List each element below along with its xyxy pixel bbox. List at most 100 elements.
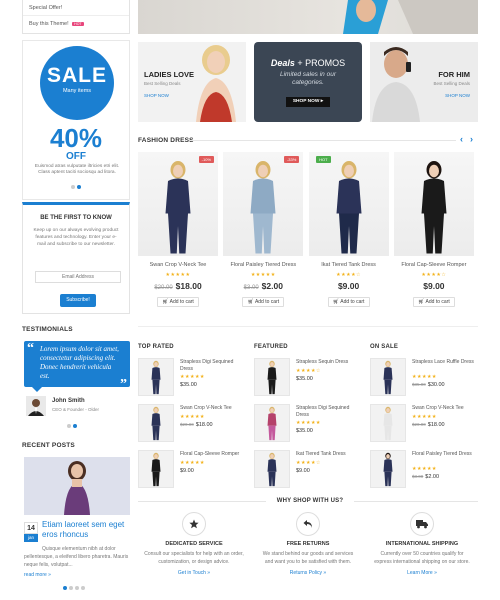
read-more-link[interactable]: read more » [24, 572, 51, 578]
return-icon [296, 512, 320, 536]
list-item-price: $35.00 [296, 428, 313, 434]
product-card[interactable]: -33% Floral Paisley Tiered Dress ★★★★★ $… [223, 152, 304, 312]
promo-ladies-link[interactable]: SHOP NOW [144, 93, 169, 98]
list-item-thumb[interactable] [138, 404, 174, 442]
email-field[interactable] [35, 271, 121, 283]
price: $35.00 [296, 428, 313, 434]
product-image[interactable] [308, 152, 389, 256]
list-item-name[interactable]: Strapless Digi Sequined Dress [296, 405, 362, 419]
list-item-thumb[interactable] [370, 450, 406, 488]
post-title[interactable]: Etiam laoreet sem eget eros rhoncus [42, 520, 132, 540]
testimonial-pager[interactable] [66, 424, 78, 430]
list-item[interactable]: Floral Paisley Tiered Dress ★★★★★ $3.00 $… [370, 450, 478, 490]
why-feature-link[interactable]: Get in Touch » [138, 570, 250, 576]
list-item-name[interactable]: Floral Paisley Tiered Dress [412, 451, 478, 458]
product-card[interactable]: HOT Ikat Tiered Tank Dress ★★★★☆ $9.00 🛒… [308, 152, 389, 312]
promo-him-link[interactable]: SHOP NOW [445, 93, 470, 98]
sale-pager[interactable] [23, 185, 129, 191]
promo-deals-button[interactable]: SHOP NOW ▸ [286, 97, 330, 107]
list-item[interactable]: Ikat Tiered Tank Dress ★★★★☆ $9.00 [254, 450, 362, 490]
add-to-cart-button[interactable]: 🛒︎ Add to cart [157, 297, 199, 307]
promo-ladies-love[interactable]: LADIES LOVE Best Selling Deals SHOP NOW [138, 42, 246, 122]
product-name[interactable]: Floral Cap-Sleeve Romper [394, 262, 474, 268]
price: $9.00 [337, 281, 360, 291]
why-feature-link[interactable]: Learn More » [366, 570, 478, 576]
list-item[interactable]: Swan Crop V-Neck Tee ★★★★★ $20.00 $18.00 [138, 404, 246, 444]
list-item-thumb[interactable] [370, 404, 406, 442]
avatar [26, 396, 46, 416]
testimonial-quote: “ Lorem ipsum dolor sit amet, consectetu… [24, 341, 130, 392]
sale-off: OFF [66, 151, 86, 162]
add-to-cart-label: Add to cart [254, 299, 280, 305]
why-feature-title: DEDICATED SERVICE [165, 541, 223, 547]
list-item-price: $3.00 $2.00 [412, 474, 439, 480]
product-image[interactable] [393, 152, 474, 256]
list-item[interactable]: Floral Cap-Sleeve Romper ★★★★★ $9.00 [138, 450, 246, 490]
subscribe-button[interactable]: Subscribe! [60, 294, 96, 307]
price: $18.00 [427, 422, 445, 428]
list-item-name[interactable]: Strapless Lace Ruffle Dress [412, 359, 478, 366]
list-item-name[interactable]: Swan Crop V-Neck Tee [412, 405, 478, 412]
cart-icon: 🛒︎ [162, 299, 169, 305]
list-item[interactable]: Strapless Sequin Dress ★★★★☆ $35.00 [254, 358, 362, 398]
price: $9.00 [180, 468, 194, 474]
carousel-prev-icon[interactable]: ‹ [460, 134, 463, 144]
list-item[interactable]: Strapless Digi Sequined Dress ★★★★★ $35.… [138, 358, 246, 398]
promo-deals[interactable]: Deals + PROMOS Limited sales in our cate… [254, 42, 362, 122]
list-item-name[interactable]: Swan Crop V-Neck Tee [180, 405, 246, 412]
post-date: 14 jan [24, 522, 38, 542]
add-to-cart-button[interactable]: 🛒︎ Add to cart [242, 297, 285, 307]
lists-divider [138, 326, 478, 327]
list-item-name[interactable]: Strapless Digi Sequined Dress [180, 359, 246, 373]
product-lists: TOP RATED Strapless Digi Sequined Dress … [138, 344, 478, 488]
list-item-name[interactable]: Ikat Tiered Tank Dress [296, 451, 362, 458]
product-name[interactable]: Swan Crop V-Neck Tee [138, 262, 218, 268]
list-item-name[interactable]: Floral Cap-Sleeve Romper [180, 451, 246, 458]
product-name[interactable]: Floral Paisley Tiered Dress [223, 262, 303, 268]
hero-slider[interactable] [138, 0, 478, 34]
list-item-thumb[interactable] [138, 358, 174, 396]
list-item-rating: ★★★★★ [180, 374, 205, 380]
menu-item-buy-theme[interactable]: Buy this Theme! HOT [23, 16, 129, 32]
price: $18.00 [195, 422, 213, 428]
product-card[interactable]: Floral Cap-Sleeve Romper ★★★★☆ $9.00 🛒︎ … [393, 152, 474, 312]
list-item-thumb[interactable] [254, 358, 290, 396]
product-name[interactable]: Ikat Tiered Tank Dress [309, 262, 389, 268]
list-item-thumb[interactable] [138, 450, 174, 488]
product-image[interactable] [138, 152, 218, 256]
list-item-thumb[interactable] [254, 450, 290, 488]
list-item[interactable]: Strapless Digi Sequined Dress ★★★★★ $35.… [254, 404, 362, 444]
product-card[interactable]: -10% Swan Crop V-Neck Tee ★★★★★ $20.00 $1… [138, 152, 218, 312]
posts-pager[interactable] [62, 586, 86, 592]
truck-icon [410, 512, 434, 536]
promo-for-him[interactable]: FOR HIM Best Selling Deals SHOP NOW [370, 42, 478, 122]
list-item-price: $9.00 [180, 468, 194, 474]
why-feature-text: We stand behind our goods and services a… [262, 551, 354, 565]
list-item[interactable]: Strapless Lace Ruffle Dress ★★★★★ $35.00… [370, 358, 478, 398]
sale-circle: SALE Many items [40, 46, 114, 120]
price: $2.00 [261, 281, 283, 291]
list-item-thumb[interactable] [370, 358, 406, 396]
sale-banner[interactable]: SALE Many items 40% OFF Euismod atras vu… [22, 40, 130, 200]
why-feature-text: Consult our specialists for help with an… [144, 551, 244, 565]
sale-percent: 40% [49, 123, 103, 153]
list-item-thumb[interactable] [254, 404, 290, 442]
product-rating: ★★★★☆ [421, 272, 447, 278]
product-image[interactable] [223, 152, 304, 256]
add-to-cart-button[interactable]: 🛒︎ Add to cart [327, 297, 370, 307]
list-item-rating: ★★★★☆ [296, 460, 321, 466]
recent-posts-title: RECENT POSTS [22, 442, 75, 449]
list-item-name[interactable]: Strapless Sequin Dress [296, 359, 362, 366]
post-image[interactable] [24, 457, 130, 515]
old-price: $20.00 [180, 422, 194, 427]
price: $2.00 [425, 474, 440, 480]
add-to-cart-button[interactable]: 🛒︎ Add to cart [412, 297, 455, 307]
menu-item-special-offer[interactable]: Special Offer! [23, 0, 129, 16]
post-month: jan [24, 534, 38, 542]
list-item-price: $20.00 $18.00 [412, 422, 445, 428]
list-item[interactable]: Swan Crop V-Neck Tee ★★★★★ $20.00 $18.00 [370, 404, 478, 444]
add-to-cart-label: Add to cart [169, 299, 194, 305]
carousel-next-icon[interactable]: › [470, 134, 473, 144]
price: $18.00 [175, 281, 202, 291]
why-feature-link[interactable]: Returns Policy » [252, 570, 364, 576]
